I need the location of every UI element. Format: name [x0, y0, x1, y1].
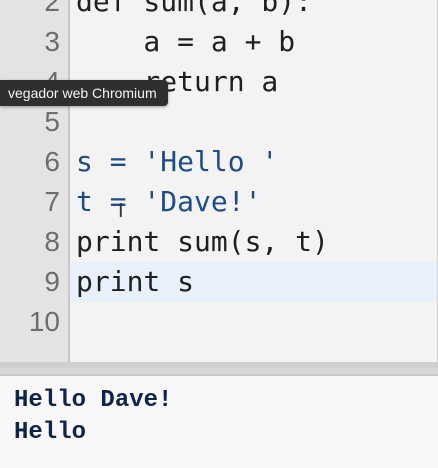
code-line-8[interactable]: print sum(s, t): [70, 222, 437, 262]
code-line-7[interactable]: t = 'Dave!': [70, 182, 437, 222]
line-number-10: 10: [28, 306, 60, 337]
code-line-3[interactable]: a = a + b: [70, 22, 437, 62]
line-number-8: 8: [44, 226, 60, 257]
code-editor[interactable]: 2 3 4 5 6 7 8 9 10 def sum(a, b): a = a …: [0, 0, 438, 368]
code-line-2[interactable]: def sum(a, b):: [70, 0, 437, 22]
line-number-6: 6: [44, 146, 60, 177]
code-line-6[interactable]: s = 'Hello ': [70, 142, 437, 182]
program-output-panel: Hello Dave! Hello: [0, 374, 438, 468]
code-line-10[interactable]: [70, 302, 437, 342]
browser-tooltip: vegador web Chromium: [0, 80, 168, 106]
line-number-5: 5: [44, 106, 60, 137]
line-number-gutter: 2 3 4 5 6 7 8 9 10: [0, 0, 70, 362]
code-line-5[interactable]: [70, 102, 437, 142]
code-text-area[interactable]: def sum(a, b): a = a + b return a s = 'H…: [70, 0, 437, 362]
line-number-7: 7: [44, 186, 60, 217]
line-number-2: 2: [44, 0, 60, 17]
line-number-3: 3: [44, 26, 60, 57]
output-line-1: Hello Dave!: [14, 387, 173, 414]
output-line-2: Hello: [14, 419, 87, 446]
ide-screen: 2 3 4 5 6 7 8 9 10 def sum(a, b): a = a …: [0, 0, 438, 468]
code-line-9-current[interactable]: print s: [70, 262, 437, 302]
line-number-9: 9: [44, 266, 60, 297]
